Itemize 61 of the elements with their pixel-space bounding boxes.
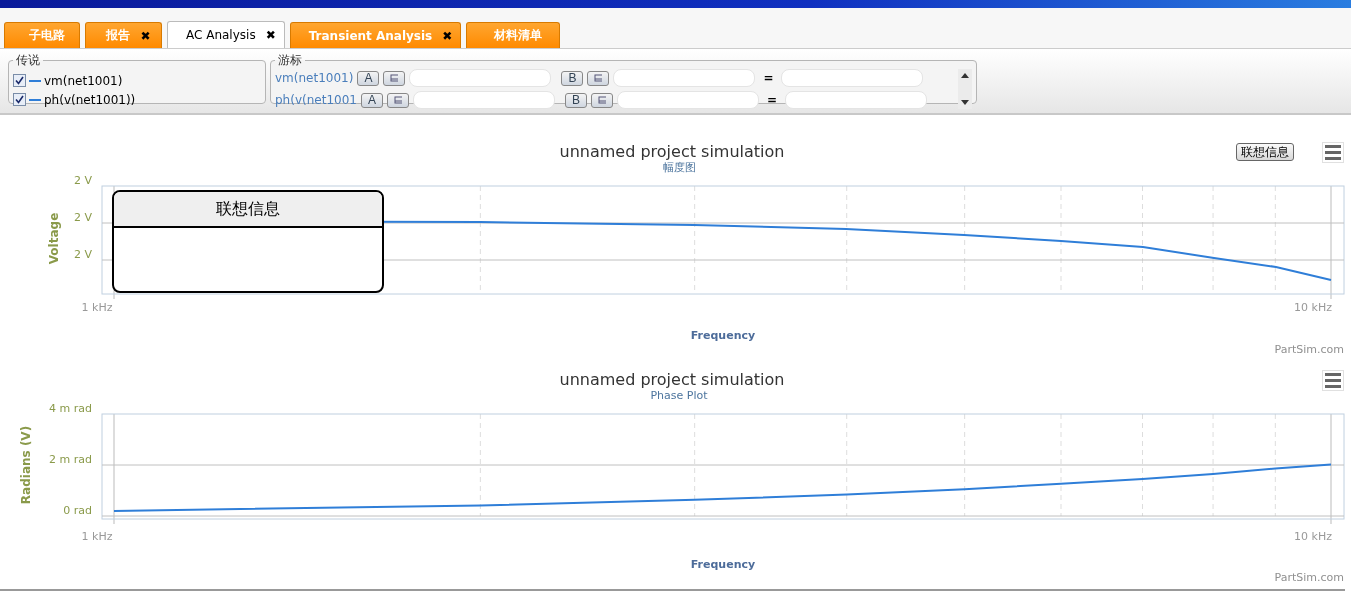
chart-subtitle: Phase Plot [650,389,708,402]
x-tick-label: 1 kHz [81,530,113,543]
credit-text: PartSim.com [1274,571,1344,584]
menu-icon[interactable] [1322,370,1344,391]
cursor-a-button[interactable]: A [360,92,383,108]
box-icon [594,74,603,82]
menu-icon[interactable] [1322,142,1344,163]
checkbox[interactable] [13,74,26,87]
close-icon[interactable]: ✖ [265,28,276,42]
checkbox[interactable] [13,93,26,106]
close-icon[interactable]: ✖ [140,28,151,43]
y-tick-label: 4 m rad [49,402,92,415]
box-icon [393,96,402,104]
x-axis-title: Frequency [690,558,756,571]
y-tick-label: 2 m rad [49,453,92,466]
y-axis-title: Voltage [47,212,61,265]
y-tick-label: 2 V [73,174,92,187]
cursor-b-field[interactable] [613,69,756,87]
chart-subtitle: 幅度图 [662,161,696,174]
signal-label: vm(net1001) [275,70,354,86]
cursor-a-field[interactable] [412,91,555,109]
close-icon[interactable]: ✖ [442,28,453,43]
cursor-a-button[interactable]: A [357,70,380,86]
popup-title: 联想信息 [114,192,382,228]
credit-text: PartSim.com [1274,343,1344,356]
cursor-tool-button[interactable] [587,70,610,86]
y-tick-label: 0 rad [63,504,92,517]
signal-label: ph(v(net1001 [275,92,357,108]
difference-field[interactable] [781,69,924,87]
cursor-b-button[interactable]: B [561,70,584,86]
tab[interactable]: AC Analysis ✖ [167,21,285,48]
difference-field[interactable] [785,91,927,109]
cursor-tool-button[interactable] [590,92,613,108]
x-tick-label: 10 kHz [1294,301,1332,314]
y-tick-label: 2 V [73,248,92,261]
cursor-b-button[interactable]: B [564,92,587,108]
chart-title: unnamed project simulation [559,370,785,389]
tab[interactable]: 报告 ✖ [85,22,162,48]
y-tick-label: 2 V [73,211,92,224]
equals-sign: = [765,93,778,107]
equals-sign: = [762,71,775,85]
cursor-tool-button[interactable] [383,70,406,86]
cursor-tool-button[interactable] [386,92,409,108]
chart-title: unnamed project simulation [559,142,785,161]
tab[interactable]: Transient Analysis ✖ [289,22,462,48]
cursor-b-field[interactable] [616,91,759,109]
legend-label[interactable]: ph(v(net1001)) [44,92,136,107]
scrollbar[interactable] [958,69,972,109]
box-icon [597,96,606,104]
x-tick-label: 1 kHz [81,301,113,314]
cursor-a-field[interactable] [409,69,552,87]
x-axis-title: Frequency [690,329,756,342]
legend-label[interactable]: vm(net1001) [44,73,123,88]
x-tick-label: 10 kHz [1294,530,1332,543]
info-button[interactable]: 联想信息 [1236,143,1294,161]
cursor-title: 游标 [277,52,303,69]
legend-title: 传说 [15,52,41,69]
series-line-icon [29,79,41,82]
y-axis-title: Radians (V) [19,425,33,505]
box-icon [390,74,399,82]
series-line-icon [29,98,41,101]
